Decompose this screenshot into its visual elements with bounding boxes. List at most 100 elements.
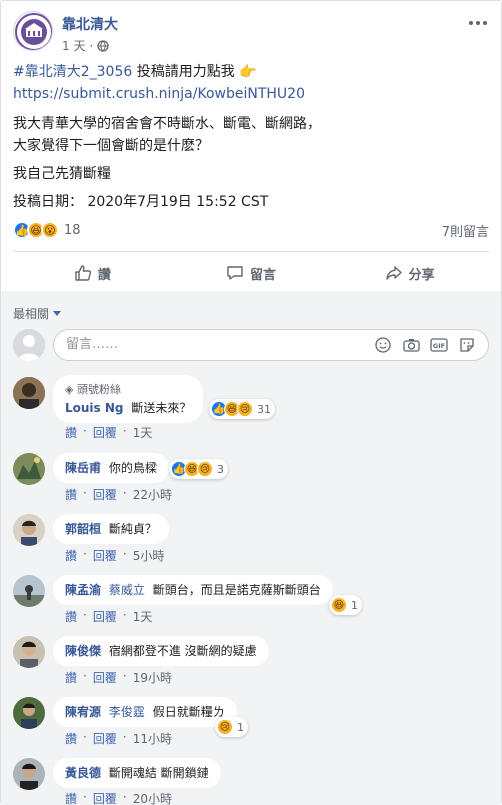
comment-like-link[interactable]: 讚	[65, 608, 77, 625]
page-avatar[interactable]	[13, 11, 53, 51]
commenter-avatar[interactable]	[13, 758, 45, 790]
post-time[interactable]: 1 天	[62, 37, 85, 54]
sticker-icon[interactable]	[458, 336, 476, 354]
comment-reply-link[interactable]: 回覆	[93, 486, 117, 503]
reactions-summary: 👍 😆 😮 18 7則留言	[13, 217, 489, 243]
comment-reactions[interactable]: 😢 1	[215, 717, 248, 737]
comment-reply-link[interactable]: 回覆	[93, 730, 117, 747]
comment-button[interactable]: 留言	[172, 256, 331, 290]
comment-time[interactable]: 1天	[133, 608, 153, 625]
comment-reply-link[interactable]: 回覆	[93, 669, 117, 686]
thumbs-up-icon	[75, 265, 91, 281]
comment-like-link[interactable]: 讚	[65, 790, 77, 805]
comment-bubble: 黃良德 斷開魂結 斷開鎖鏈	[53, 758, 221, 788]
comment-actions: 讚 · 回覆 · 20小時	[65, 790, 172, 805]
comment-composer: GIF	[13, 329, 489, 363]
commenter-avatar[interactable]	[13, 377, 45, 409]
comment-reply-link[interactable]: 回覆	[93, 790, 117, 805]
emoji-picker-icon[interactable]	[374, 336, 392, 354]
caret-down-icon	[53, 311, 62, 316]
comment-author[interactable]: Louis Ng	[65, 401, 124, 415]
comment-reactions[interactable]: 👍 😆 😢 3	[169, 459, 228, 479]
comment-author[interactable]: 陳岳甫	[65, 461, 101, 475]
comment-bubble: 陳岳甫 你的鳥樑	[53, 453, 169, 483]
comment-reactions[interactable]: 😆 1	[329, 595, 362, 615]
comment-like-link[interactable]: 讚	[65, 547, 77, 564]
comment-like-link[interactable]: 讚	[65, 669, 77, 686]
comment-sort-dropdown[interactable]: 最相關	[13, 305, 62, 322]
comment-reaction-count: 1	[237, 720, 244, 734]
globe-icon[interactable]	[97, 39, 109, 52]
comment-time[interactable]: 5小時	[133, 547, 165, 564]
comment-like-link[interactable]: 讚	[65, 486, 77, 503]
comment-bubble: 陳孟渝 蔡威立 斷頭台，而且是諾克薩斯斷頭台	[53, 575, 333, 605]
comment-reply-link[interactable]: 回覆	[93, 424, 117, 441]
comment-bubble: ◈ 頭號粉絲 Louis Ng 斷送未來？	[53, 375, 204, 423]
comment-like-link[interactable]: 讚	[65, 730, 77, 747]
comment-text: 斷頭台，而且是諾克薩斯斷頭台	[152, 583, 321, 597]
commenter-avatar[interactable]	[13, 514, 45, 546]
like-label: 讚	[97, 267, 111, 283]
comment-item: 陳岳甫 你的鳥樑 👍 😆 😢 3 讚 · 回覆 · 22小時	[13, 451, 489, 503]
comment-icon	[227, 266, 243, 280]
comment-time[interactable]: 19小時	[133, 669, 172, 686]
share-icon	[385, 266, 402, 280]
comment-author[interactable]: 郭韶桓	[65, 522, 101, 536]
reaction-icons[interactable]: 👍 😆 😮	[13, 221, 59, 239]
default-user-icon	[13, 329, 45, 361]
comment-item: 郭韶桓 斷純貞？ 讚 · 回覆 · 5小時	[13, 512, 489, 564]
comment-text: 斷送未來？	[131, 401, 192, 415]
sort-label: 最相關	[13, 307, 50, 321]
post-line-1: 我大青華大學的宿舍會不時斷水、斷電、斷網路， 大家覺得下一個會斷的是什麽？	[13, 116, 321, 154]
comment-reactions[interactable]: 👍 😆 😢 31	[209, 399, 275, 419]
camera-icon[interactable]	[402, 336, 420, 354]
commenter-avatar[interactable]	[13, 697, 45, 729]
comment-author[interactable]: 陳俊傑	[65, 644, 101, 658]
post-hashtag[interactable]: #靠北清大2_3056	[13, 64, 132, 80]
commenter-avatar[interactable]	[13, 575, 45, 607]
comment-time[interactable]: 1天	[133, 424, 153, 441]
sad-reaction-icon: 😢	[197, 461, 213, 477]
page-name[interactable]: 靠北清大	[62, 14, 118, 34]
comment-time[interactable]: 11小時	[133, 730, 172, 747]
comment-time[interactable]: 20小時	[133, 790, 172, 805]
share-button[interactable]: 分享	[330, 256, 489, 290]
comment-actions: 讚 · 回覆 · 1天	[65, 424, 153, 441]
gif-icon[interactable]: GIF	[430, 336, 448, 354]
pointing-hand-icon: 👉	[239, 64, 257, 80]
comment-input[interactable]	[66, 337, 366, 352]
comment-reply-link[interactable]: 回覆	[93, 608, 117, 625]
post-line-3: 我自己先猜斷糧	[13, 166, 111, 182]
comment-actions: 讚 · 回覆 · 11小時	[65, 730, 172, 747]
comment-reaction-count: 31	[257, 402, 271, 416]
comment-text: 假日就斷糧ㄌ	[152, 705, 225, 719]
comment-reply-link[interactable]: 回覆	[93, 547, 117, 564]
gif-label: GIF	[433, 342, 445, 350]
comment-actions: 讚 · 回覆 · 22小時	[65, 486, 172, 503]
diamond-icon: ◈	[65, 383, 77, 396]
reaction-count[interactable]: 18	[64, 223, 81, 238]
commenter-avatar[interactable]	[13, 636, 45, 668]
share-label: 分享	[408, 267, 435, 283]
comment-input-box[interactable]: GIF	[53, 329, 489, 361]
post-actions: 讚 留言 分享	[13, 256, 489, 290]
more-options-icon[interactable]	[467, 13, 489, 33]
comment-author[interactable]: 陳宥源	[65, 705, 101, 719]
comment-like-link[interactable]: 讚	[65, 424, 77, 441]
sad-reaction-icon: 😢	[237, 401, 253, 417]
comment-mention[interactable]: 李俊霆	[109, 705, 145, 719]
comment-mention[interactable]: 蔡威立	[109, 583, 145, 597]
comment-time[interactable]: 22小時	[133, 486, 172, 503]
comment-author[interactable]: 陳孟渝	[65, 583, 101, 597]
comment-item: 陳宥源 李俊霆 假日就斷糧ㄌ 😢 1 讚 · 回覆 · 11小時	[13, 695, 489, 747]
like-button[interactable]: 讚	[13, 256, 172, 290]
submit-link[interactable]: https://submit.crush.ninja/KowbeiNTHU20	[13, 86, 305, 102]
comment-text: 斷開魂結 斷開鎖鏈	[108, 766, 209, 780]
divider	[13, 251, 489, 252]
page-logo	[15, 13, 52, 50]
post-intro-text: 投稿請用力點我	[132, 64, 240, 80]
comment-author[interactable]: 黃良德	[65, 766, 101, 780]
comment-count[interactable]: 7則留言	[442, 221, 489, 240]
comment-item: 陳俊傑 宿網都登不進 沒斷網的疑慮 讚 · 回覆 · 19小時	[13, 634, 489, 686]
commenter-avatar[interactable]	[13, 453, 45, 485]
